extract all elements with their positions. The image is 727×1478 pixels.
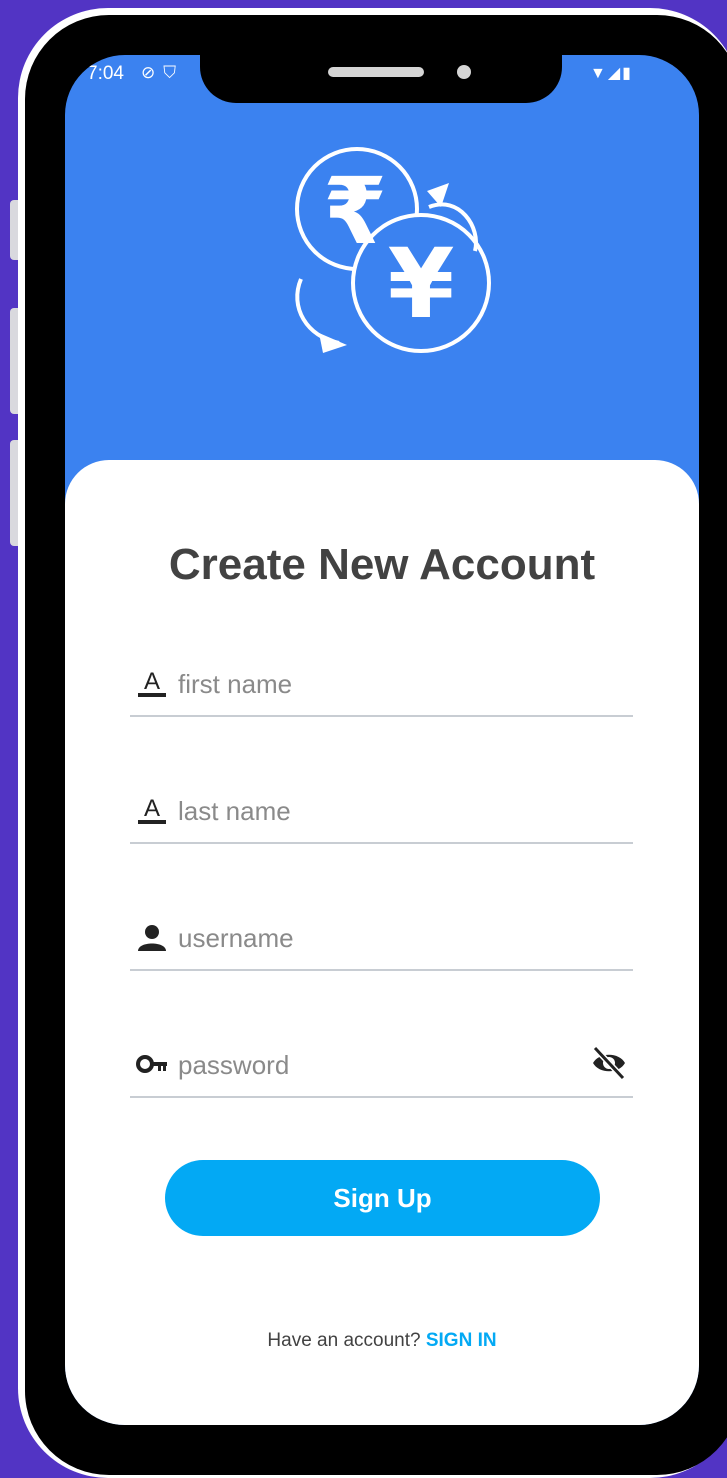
svg-text:A: A xyxy=(144,795,160,822)
password-field[interactable]: password xyxy=(130,1036,633,1098)
page-title: Create New Account xyxy=(168,540,596,589)
speaker-grille xyxy=(328,67,424,77)
signal-icon: ◢ xyxy=(607,65,623,82)
first-name-placeholder: first name xyxy=(178,669,293,699)
username-field[interactable]: username xyxy=(130,909,633,971)
sign-in-prompt: Have an account? SIGN IN xyxy=(65,1330,699,1352)
svg-text:₹: ₹ xyxy=(323,158,387,265)
svg-text:A: A xyxy=(144,668,160,695)
last-name-placeholder: last name xyxy=(178,796,291,826)
camera-notch xyxy=(200,55,562,103)
status-right-icons: ▼◢▮ xyxy=(590,63,633,83)
status-left-icons: ⊘⛉ xyxy=(141,63,184,83)
visibility-off-icon[interactable] xyxy=(591,1046,627,1080)
password-placeholder: password xyxy=(178,1050,290,1080)
shield-icon: ⛉ xyxy=(163,63,184,82)
currency-exchange-icon: ₹ ¥ xyxy=(295,147,491,353)
wifi-icon: ▼ xyxy=(590,65,608,82)
person-icon xyxy=(138,925,166,951)
sign-up-button[interactable]: Sign Up xyxy=(165,1160,600,1236)
app-screen: 7:04 ⊘⛉ ▼◢▮ ₹ ¥ Create New Account A fir… xyxy=(65,55,699,1425)
sign-in-link[interactable]: SIGN IN xyxy=(426,1330,497,1351)
status-time: 7:04 xyxy=(87,63,124,84)
battery-icon: ▮ xyxy=(622,65,633,82)
key-icon xyxy=(136,1055,167,1073)
have-account-text: Have an account? xyxy=(267,1330,421,1351)
last-name-field[interactable]: A last name xyxy=(130,782,633,844)
username-placeholder: username xyxy=(178,923,294,953)
text-format-icon: A xyxy=(138,668,166,697)
text-format-icon: A xyxy=(138,795,166,824)
first-name-field[interactable]: A first name xyxy=(130,655,633,717)
front-camera xyxy=(457,65,471,79)
signup-card: Create New Account A first name A last n… xyxy=(65,460,699,1425)
vpn-icon: ⊘ xyxy=(141,63,164,82)
svg-text:¥: ¥ xyxy=(388,228,455,340)
